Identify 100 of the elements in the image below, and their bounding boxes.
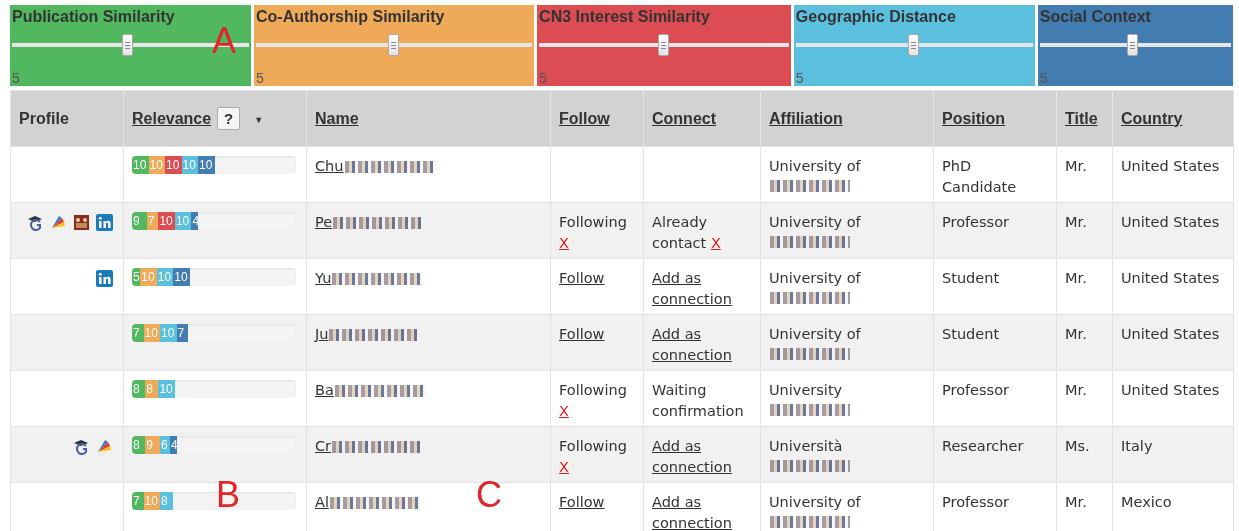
- relevance-segment: 10: [198, 156, 215, 174]
- annotation-letter: B: [216, 474, 240, 516]
- column-header[interactable]: Title: [1065, 109, 1098, 127]
- title-text: Mr.: [1065, 382, 1087, 398]
- relevance-segment: 4: [191, 212, 198, 230]
- annotation-letter: C: [476, 474, 502, 516]
- linkedin-icon[interactable]: [96, 214, 113, 231]
- position-text: Researcher: [942, 438, 1024, 454]
- linkedin-icon[interactable]: [96, 270, 113, 287]
- title-text: Mr.: [1065, 494, 1087, 510]
- action-link[interactable]: Follow: [559, 324, 605, 345]
- country-text: United States: [1121, 326, 1220, 342]
- affiliation-text: University of: [769, 494, 861, 510]
- country-text: United States: [1121, 158, 1220, 174]
- relevance-segment: 10: [173, 268, 190, 286]
- person-name-link[interactable]: Pe: [315, 212, 333, 233]
- title-text: Mr.: [1065, 270, 1087, 286]
- relevance-segment: 10: [158, 380, 175, 398]
- graduation-cap-icon[interactable]: [73, 438, 90, 455]
- position-text: Student: [942, 270, 1000, 286]
- affiliation-text: University of: [769, 158, 861, 174]
- slider-thumb[interactable]: [908, 34, 920, 56]
- slider-thumb[interactable]: [122, 34, 134, 56]
- person-name-link[interactable]: Yu: [315, 268, 332, 289]
- relevance-segment: 8: [145, 380, 159, 398]
- position-text: Professor: [942, 494, 1009, 510]
- slider-value: 5: [795, 70, 805, 86]
- relevance-segment: 4: [169, 436, 177, 454]
- people-icon[interactable]: [73, 214, 90, 231]
- status-text: Following: [559, 382, 627, 398]
- status-text: Already contact: [652, 214, 708, 251]
- relevance-segment: 7: [132, 492, 144, 510]
- column-header[interactable]: Country: [1121, 109, 1183, 127]
- column-header[interactable]: Relevance: [132, 110, 212, 127]
- relevance-segment: 8: [132, 380, 146, 398]
- slider-thumb[interactable]: [657, 34, 669, 56]
- status-text: Following: [559, 214, 627, 230]
- column-header[interactable]: Position: [942, 109, 1006, 127]
- status-text: Waiting confirmation: [652, 382, 744, 419]
- person-name-link[interactable]: Al: [315, 492, 329, 513]
- column-header[interactable]: Affiliation: [769, 109, 843, 127]
- color-fan-icon[interactable]: [96, 438, 113, 455]
- remove-link[interactable]: X: [559, 235, 569, 251]
- affiliation-text: University of: [769, 214, 861, 230]
- relevance-segment: 9: [132, 212, 147, 230]
- slider-value: 5: [256, 70, 265, 86]
- person-name-link[interactable]: Cr: [315, 436, 332, 457]
- slider-value: 5: [12, 70, 21, 86]
- slider-title: Publication Similarity: [12, 8, 176, 26]
- relevance-segment: 8: [132, 436, 146, 454]
- slider-thumb[interactable]: [1127, 34, 1139, 56]
- column-header: Profile: [19, 109, 69, 127]
- remove-link[interactable]: X: [559, 459, 569, 475]
- title-text: Mr.: [1065, 214, 1087, 230]
- country-text: United States: [1121, 270, 1220, 286]
- slider-thumb[interactable]: [388, 34, 400, 56]
- slider-value: 5: [1039, 70, 1049, 86]
- slider-title: CN3 Interest Similarity: [539, 8, 711, 26]
- title-text: Mr.: [1065, 158, 1087, 174]
- relevance-segment: 5: [132, 268, 141, 286]
- relevance-segment: 10: [160, 324, 177, 342]
- affiliation-text: University of: [769, 326, 861, 342]
- title-text: Ms.: [1065, 438, 1090, 454]
- title-text: Mr.: [1065, 326, 1087, 342]
- relevance-segment: 10: [140, 268, 157, 286]
- relevance-segment: 10: [158, 212, 175, 230]
- slider-value: 5: [539, 70, 548, 86]
- status-text: Following: [559, 438, 627, 454]
- affiliation-text: University of: [769, 270, 861, 286]
- remove-link[interactable]: X: [559, 403, 569, 419]
- column-header[interactable]: Name: [315, 109, 359, 127]
- affiliation-text: University: [769, 382, 843, 398]
- relevance-segment: 10: [165, 156, 182, 174]
- country-text: Italy: [1121, 438, 1153, 454]
- relevance-segment: 7: [132, 324, 144, 342]
- action-link[interactable]: Follow: [559, 268, 605, 289]
- position-text: Professor: [942, 214, 1009, 230]
- person-name-link[interactable]: Ba: [315, 380, 334, 401]
- position-text: Student: [942, 326, 1000, 342]
- column-header[interactable]: Connect: [652, 109, 716, 127]
- help-button[interactable]: ?: [217, 107, 241, 130]
- remove-link[interactable]: X: [710, 235, 721, 251]
- relevance-segment: 8: [160, 492, 174, 510]
- relevance-segment: 9: [145, 436, 161, 454]
- relevance-segment: 10: [132, 156, 149, 174]
- position-text: Professor: [942, 382, 1009, 398]
- column-header[interactable]: Follow: [559, 109, 610, 127]
- affiliation-text: Università: [769, 438, 843, 454]
- color-fan-icon[interactable]: [50, 214, 67, 231]
- graduation-cap-icon[interactable]: [27, 214, 44, 231]
- slider-title: Geographic Distance: [795, 8, 957, 26]
- slider-title: Co-Authorship Similarity: [256, 8, 446, 26]
- country-text: Mexico: [1121, 494, 1172, 510]
- sort-caret[interactable]: ▼: [254, 114, 264, 125]
- person-name-link[interactable]: Chu: [315, 156, 344, 177]
- country-text: United States: [1121, 214, 1220, 230]
- person-name-link[interactable]: Ju: [315, 324, 329, 345]
- slider-title: Social Context: [1039, 8, 1152, 26]
- position-text: PhD Candidate: [942, 158, 1017, 195]
- relevance-segment: 6: [160, 436, 170, 454]
